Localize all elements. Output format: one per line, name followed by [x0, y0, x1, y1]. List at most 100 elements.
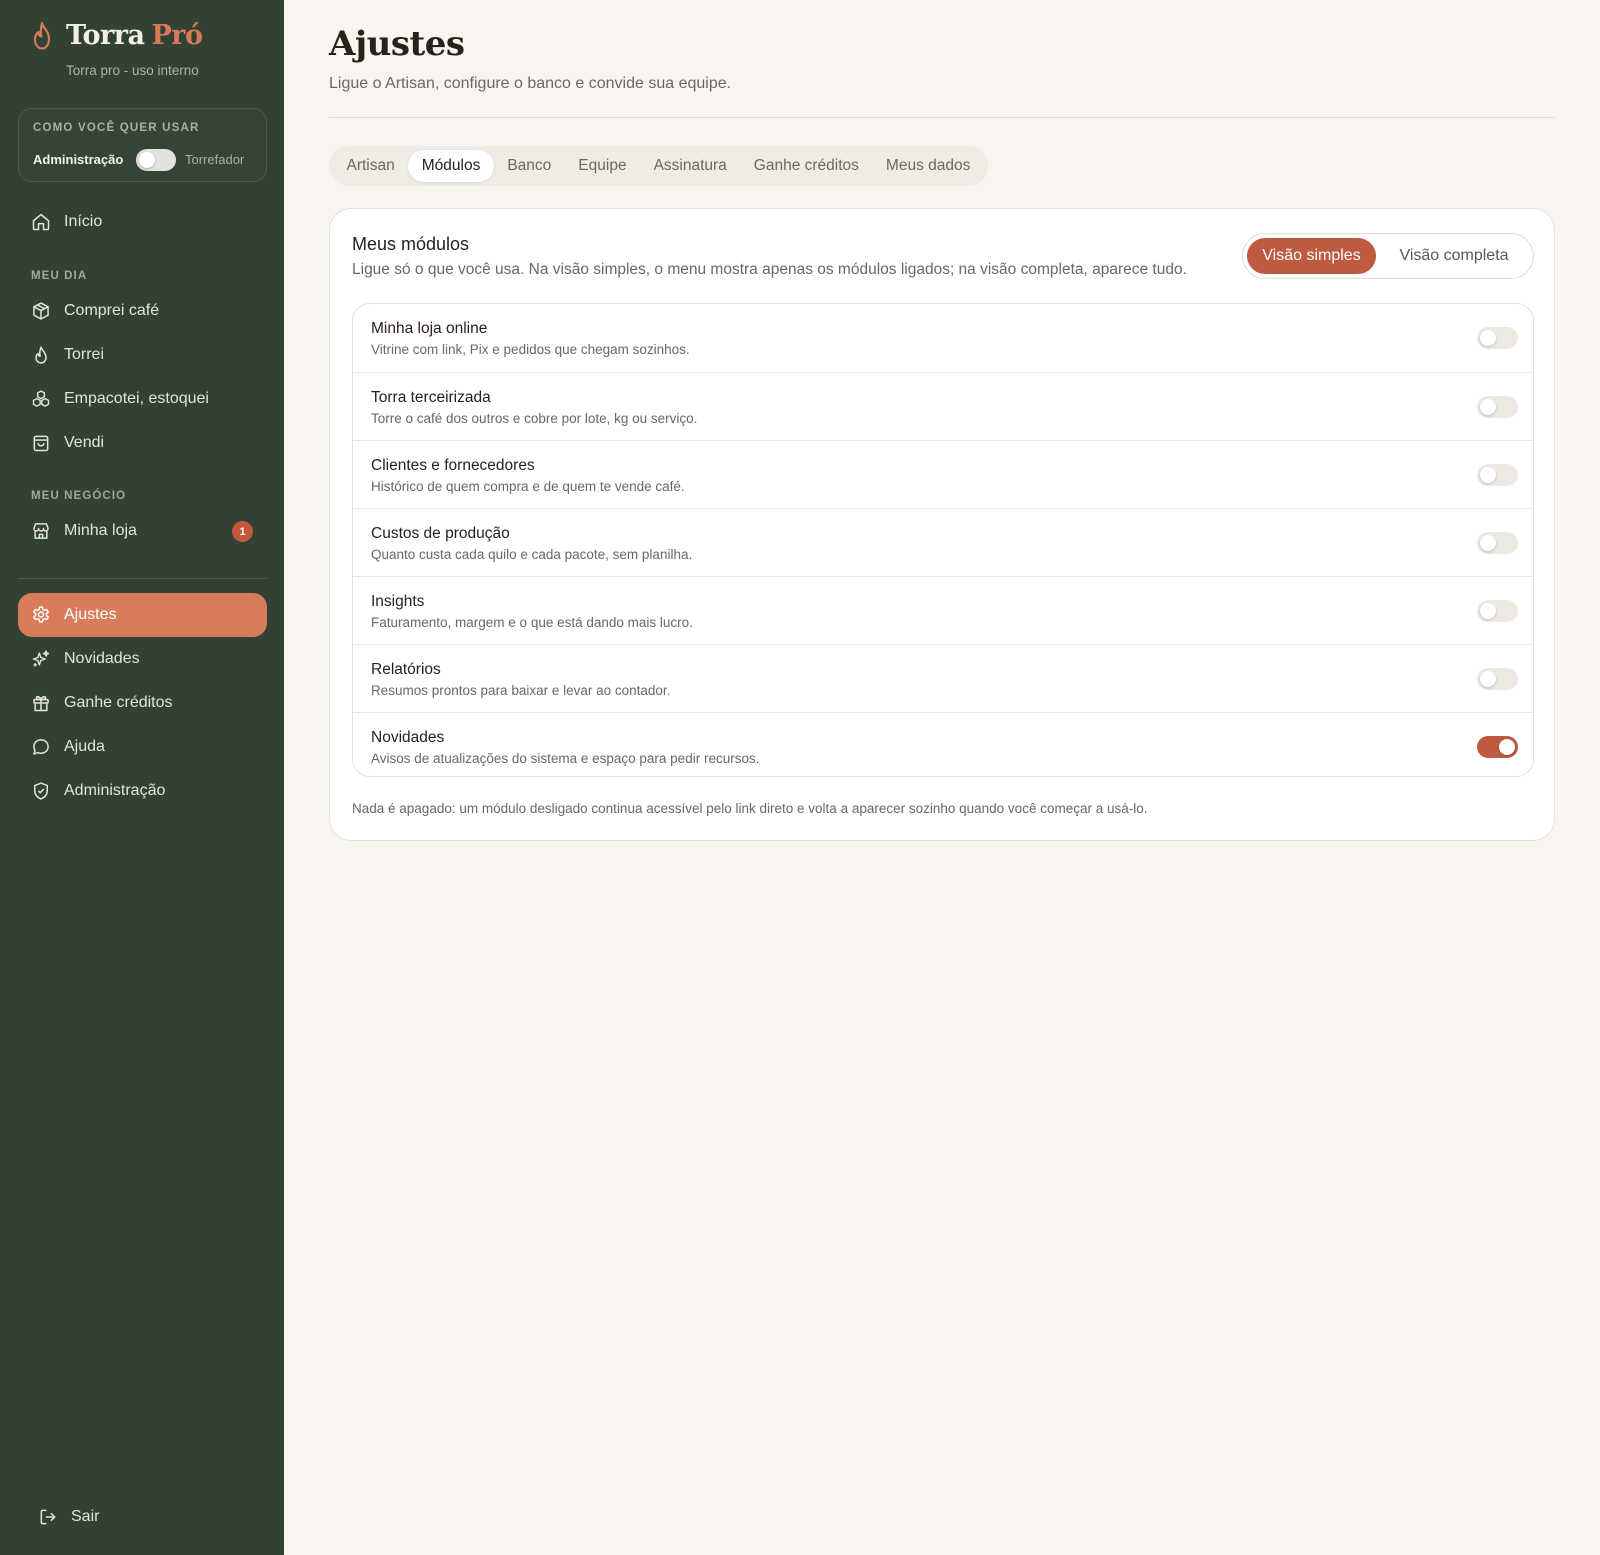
usage-mode-switch-knob — [139, 152, 155, 168]
sidebar-item-novidades[interactable]: Novidades — [18, 637, 267, 681]
notification-badge: 1 — [232, 521, 253, 542]
tab-assinatura[interactable]: Assinatura — [640, 150, 740, 182]
brand-name: Torra Pró — [66, 20, 203, 51]
module-row: Relatórios Resumos prontos para baixar e… — [353, 644, 1533, 712]
module-name: Torra terceirizada — [371, 389, 491, 406]
sidebar-item-ganhe-creditos[interactable]: Ganhe créditos — [18, 681, 267, 725]
usage-mode-title: COMO VOCÊ QUER USAR — [33, 122, 200, 134]
brand-name-accent: Pró — [151, 20, 203, 51]
settings-tabs: Artisan Módulos Banco Equipe Assinatura … — [329, 146, 988, 186]
sidebar-item-label: Empacotei, estoquei — [64, 390, 209, 407]
sidebar-item-label: Minha loja — [64, 522, 137, 539]
modules-footnote: Nada é apagado: um módulo desligado cont… — [352, 801, 1148, 816]
gift-icon — [33, 695, 49, 712]
logout-button[interactable]: Sair — [25, 1495, 274, 1539]
sidebar-divider — [18, 578, 267, 579]
tab-artisan[interactable]: Artisan — [333, 150, 408, 182]
module-row: Insights Faturamento, margem e o que est… — [353, 576, 1533, 644]
module-toggle[interactable] — [1477, 464, 1518, 486]
shopping-bag-icon — [33, 435, 49, 452]
sidebar-item-vendi[interactable]: Vendi — [18, 421, 267, 465]
sidebar-item-ajustes[interactable]: Ajustes — [18, 593, 267, 637]
module-row: Custos de produção Quanto custa cada qui… — [353, 508, 1533, 576]
sidebar-item-label: Comprei café — [64, 302, 160, 319]
sidebar-item-label: Vendi — [64, 434, 105, 451]
package-icon — [33, 302, 49, 320]
toggle-knob — [1480, 603, 1496, 619]
tab-meus-dados[interactable]: Meus dados — [872, 150, 983, 182]
usage-mode-roaster-label[interactable]: Torrefador — [185, 152, 244, 167]
tab-equipe[interactable]: Equipe — [565, 150, 640, 182]
sidebar-item-label: Ganhe créditos — [64, 694, 173, 711]
sidebar-item-torrei[interactable]: Torrei — [18, 333, 267, 377]
modules-card-description: Ligue só o que você usa. Na visão simple… — [352, 261, 1187, 278]
toggle-knob — [1480, 467, 1496, 483]
module-name: Novidades — [371, 729, 445, 746]
usage-mode-switch[interactable] — [136, 149, 176, 171]
boxes-icon — [32, 390, 50, 407]
header-divider — [329, 117, 1555, 118]
store-icon — [33, 523, 49, 539]
module-toggle[interactable] — [1477, 396, 1518, 418]
module-description: Histórico de quem compra e de quem te ve… — [371, 479, 685, 494]
sidebar-item-administracao[interactable]: Administração — [18, 769, 267, 813]
module-description: Torre o café dos outros e cobre por lote… — [371, 411, 698, 426]
module-description: Avisos de atualizações do sistema e espa… — [371, 751, 760, 766]
modules-card: Meus módulos Ligue só o que você usa. Na… — [329, 208, 1555, 841]
tab-ganhe-creditos[interactable]: Ganhe créditos — [740, 150, 872, 182]
module-toggle[interactable] — [1477, 600, 1518, 622]
flame-logo-icon — [33, 21, 51, 50]
modules-list: Minha loja online Vitrine com link, Pix … — [352, 303, 1534, 777]
module-name: Relatórios — [371, 661, 441, 678]
toggle-knob — [1480, 671, 1496, 687]
logout-label: Sair — [71, 1508, 100, 1525]
modules-card-title: Meus módulos — [352, 234, 470, 254]
sidebar-item-label: Ajuda — [64, 738, 105, 755]
view-simple-button[interactable]: Visão simples — [1247, 238, 1376, 274]
module-toggle[interactable] — [1477, 532, 1518, 554]
module-description: Faturamento, margem e o que está dando m… — [371, 615, 693, 630]
sidebar-item-empacotei[interactable]: Empacotei, estoquei — [18, 377, 267, 421]
sparkles-icon — [32, 650, 50, 667]
sidebar-item-label: Administração — [64, 782, 166, 799]
module-description: Resumos prontos para baixar e levar ao c… — [371, 683, 671, 698]
sidebar-item-label: Ajustes — [64, 606, 117, 623]
sidebar-item-minha-loja[interactable]: Minha loja 1 — [18, 509, 267, 553]
page-title: Ajustes — [329, 24, 465, 64]
home-icon — [32, 213, 50, 231]
sidebar-item-comprei-cafe[interactable]: Comprei café — [18, 289, 267, 333]
toggle-knob — [1480, 535, 1496, 551]
sidebar-item-label: Início — [64, 213, 103, 230]
brand-logo[interactable]: Torra Pró — [30, 20, 203, 51]
module-toggle[interactable] — [1477, 327, 1518, 349]
module-toggle[interactable] — [1477, 736, 1518, 758]
module-row: Clientes e fornecedores Histórico de que… — [353, 440, 1533, 508]
shield-icon — [34, 782, 48, 800]
toggle-knob — [1480, 399, 1496, 415]
tab-modulos[interactable]: Módulos — [408, 150, 494, 182]
module-row: Minha loja online Vitrine com link, Pix … — [353, 304, 1533, 372]
module-row: Torra terceirizada Torre o café dos outr… — [353, 372, 1533, 440]
module-name: Clientes e fornecedores — [371, 457, 535, 474]
module-row: Novidades Avisos de atualizações do sist… — [353, 712, 1533, 776]
main-content: Ajustes Ligue o Artisan, configure o ban… — [284, 0, 1600, 1555]
sidebar-item-ajuda[interactable]: Ajuda — [18, 725, 267, 769]
tab-banco[interactable]: Banco — [494, 150, 565, 182]
view-full-button[interactable]: Visão completa — [1379, 238, 1529, 274]
sidebar-item-label: Torrei — [64, 346, 105, 363]
sidebar-item-label: Novidades — [64, 650, 140, 667]
page-subtitle: Ligue o Artisan, configure o banco e con… — [329, 75, 732, 92]
gear-icon — [33, 606, 49, 623]
toggle-knob — [1499, 739, 1515, 755]
view-mode-toggle: Visão simples Visão completa — [1242, 233, 1534, 279]
brand-subtitle: Torra pro - uso interno — [66, 63, 199, 78]
usage-mode-admin-label[interactable]: Administração — [33, 152, 123, 167]
section-label-meu-dia: MEU DIA — [31, 270, 88, 282]
module-name: Custos de produção — [371, 525, 510, 542]
chat-bubble-icon — [33, 739, 49, 755]
brand-name-text: Torra — [66, 20, 145, 51]
module-toggle[interactable] — [1477, 668, 1518, 690]
module-name: Insights — [371, 593, 425, 610]
sidebar-item-inicio[interactable]: Início — [18, 200, 267, 244]
usage-mode-panel: COMO VOCÊ QUER USAR Administração Torref… — [18, 108, 267, 182]
